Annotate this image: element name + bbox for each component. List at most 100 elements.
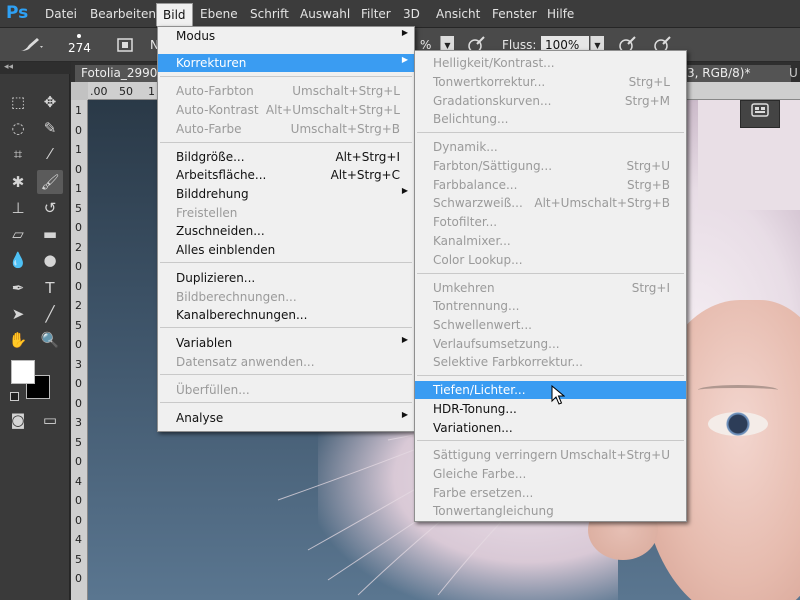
- korrekturen-item-farbe-ersetzen[interactable]: Farbe ersetzen...: [415, 484, 686, 502]
- korrekturen-item-fotofilter[interactable]: Fotofilter...: [415, 213, 686, 231]
- type-icon[interactable]: T: [37, 276, 63, 300]
- korrekturen-item-helligkeit-kontrast[interactable]: Helligkeit/Kontrast...: [415, 54, 686, 72]
- korrekturen-item-schwellenwert[interactable]: Schwellenwert...: [415, 316, 686, 334]
- menu-item-label: Analyse: [176, 411, 224, 425]
- bild-menu-item-duplizieren[interactable]: Duplizieren...: [158, 269, 414, 287]
- korrekturen-item-gleiche-farbe[interactable]: Gleiche Farbe...: [415, 465, 686, 483]
- stamp-icon[interactable]: ⊥: [5, 196, 31, 220]
- document-tab-info[interactable]: 3, RGB/8)*: [681, 65, 791, 82]
- brush-size[interactable]: 274: [66, 34, 96, 56]
- menu-item-label: Schwellenwert...: [433, 318, 532, 332]
- screen-mode-icon[interactable]: ▭: [37, 408, 63, 432]
- default-colors-icon[interactable]: [10, 392, 19, 401]
- ruler-label: 2: [75, 240, 82, 254]
- korrekturen-item-gradationskurven[interactable]: Gradationskurven... Strg+M: [415, 92, 686, 110]
- hand-icon[interactable]: ✋: [5, 328, 31, 352]
- bild-menu-item-bildberechnungen[interactable]: Bildberechnungen...: [158, 288, 414, 306]
- bild-menu-item-kanalberechnungen[interactable]: Kanalberechnungen...: [158, 306, 414, 324]
- bild-menu-item-analyse[interactable]: Analyse ▶: [158, 409, 414, 427]
- korrekturen-item-farbbalance[interactable]: Farbbalance... Strg+B: [415, 176, 686, 194]
- korrekturen-item-color-lookup[interactable]: Color Lookup...: [415, 251, 686, 269]
- bild-menu-item-freistellen[interactable]: Freistellen: [158, 204, 414, 222]
- menu-item-label: Gradationskurven...: [433, 94, 552, 108]
- korrekturen-item-tontrennung[interactable]: Tontrennung...: [415, 297, 686, 315]
- bild-menu-item-korrekturen[interactable]: Korrekturen ▶: [158, 54, 414, 72]
- brush-preset-icon[interactable]: [18, 35, 44, 59]
- menu-ansicht[interactable]: Ansicht: [436, 7, 480, 21]
- bild-menu-item-zuschneiden[interactable]: Zuschneiden...: [158, 222, 414, 240]
- lasso-icon[interactable]: ◌: [5, 116, 31, 140]
- panel-dock-icon[interactable]: [740, 100, 780, 128]
- korrekturen-item-umkehren[interactable]: Umkehren Strg+I: [415, 279, 686, 297]
- history-brush-icon[interactable]: ↺: [37, 196, 63, 220]
- bild-menu-item-überfüllen[interactable]: Überfüllen...: [158, 381, 414, 399]
- menu-separator: [160, 76, 412, 77]
- foreground-color-swatch[interactable]: [11, 360, 35, 384]
- korrekturen-item-tonwertangleichung[interactable]: Tonwertangleichung: [415, 502, 686, 520]
- menu-item-shortcut: Strg+U: [626, 159, 671, 173]
- menu-auswahl[interactable]: Auswahl: [300, 7, 350, 21]
- bild-menu-item-modus[interactable]: Modus ▶: [158, 27, 414, 45]
- bild-menu-item-bildgröße[interactable]: Bildgröße... Alt+Strg+I: [158, 148, 414, 166]
- marquee-icon[interactable]: ⬚: [5, 90, 31, 114]
- bild-menu-item-auto-kontrast[interactable]: Auto-Kontrast Alt+Umschalt+Strg+L: [158, 101, 414, 119]
- quick-mask-icon[interactable]: ◙: [5, 408, 31, 432]
- bild-menu-item-bilddrehung[interactable]: Bilddrehung ▶: [158, 185, 414, 203]
- line-icon[interactable]: ╱: [37, 302, 63, 326]
- tools-panel-header[interactable]: ◂◂: [0, 62, 70, 74]
- korrekturen-item-belichtung[interactable]: Belichtung...: [415, 110, 686, 128]
- menu-item-label: Bildgröße...: [176, 150, 245, 164]
- path-select-icon[interactable]: ➤: [5, 302, 31, 326]
- ruler-label: 5: [75, 552, 82, 566]
- menu-schrift[interactable]: Schrift: [250, 7, 289, 21]
- menu-bearbeiten[interactable]: Bearbeiten: [90, 7, 156, 21]
- korrekturen-item-selektive-farbkorrektur[interactable]: Selektive Farbkorrektur...: [415, 353, 686, 371]
- menu-hilfe[interactable]: Hilfe: [547, 7, 574, 21]
- move-icon[interactable]: ✥: [37, 90, 63, 114]
- dodge-icon[interactable]: ●: [37, 248, 63, 272]
- menu-item-label: Bildberechnungen...: [176, 290, 297, 304]
- ruler-label: 1: [75, 104, 82, 117]
- menu-item-label: Verlaufsumsetzung...: [433, 337, 560, 351]
- ruler-label: 5: [75, 318, 82, 332]
- bild-menu-item-auto-farbton[interactable]: Auto-Farbton Umschalt+Strg+L: [158, 82, 414, 100]
- ruler-label: 0: [75, 338, 82, 351]
- korrekturen-item-dynamik[interactable]: Dynamik...: [415, 138, 686, 156]
- korrekturen-item-tonwertkorrektur[interactable]: Tonwertkorrektur... Strg+L: [415, 73, 686, 91]
- menu-filter[interactable]: Filter: [361, 7, 391, 21]
- korrekturen-item-verlaufsumsetzung[interactable]: Verlaufsumsetzung...: [415, 335, 686, 353]
- eraser-icon[interactable]: ▱: [5, 222, 31, 246]
- bild-menu-item-alles-einblenden[interactable]: Alles einblenden: [158, 241, 414, 259]
- quick-select-icon[interactable]: ✎: [37, 116, 63, 140]
- menu-item-label: Variablen: [176, 336, 233, 350]
- document-tab-next[interactable]: U: [789, 66, 798, 80]
- ruler-label: 0: [75, 513, 82, 527]
- bild-menu: Modus ▶ Korrekturen ▶ Auto-Farbton Umschalt+S…: [157, 26, 415, 432]
- menu-ebene[interactable]: Ebene: [200, 7, 238, 21]
- eyedropper-icon[interactable]: ⁄: [37, 142, 63, 166]
- korrekturen-item-schwarzweiß[interactable]: Schwarzweiß... Alt+Umschalt+Strg+B: [415, 194, 686, 212]
- blur-icon[interactable]: 💧: [5, 248, 31, 272]
- korrekturen-item-variationen[interactable]: Variationen...: [415, 419, 686, 437]
- korrekturen-submenu: Helligkeit/Kontrast... Tonwertkorrektur..…: [414, 50, 687, 522]
- korrekturen-item-kanalmixer[interactable]: Kanalmixer...: [415, 232, 686, 250]
- menu-bild[interactable]: Bild: [156, 3, 193, 26]
- bild-menu-item-arbeitsfläche[interactable]: Arbeitsfläche... Alt+Strg+C: [158, 166, 414, 184]
- korrekturen-item-farbton-sättigung[interactable]: Farbton/Sättigung... Strg+U: [415, 157, 686, 175]
- menu-datei[interactable]: Datei: [45, 7, 77, 21]
- submenu-arrow-icon: ▶: [401, 335, 408, 344]
- ruler-label: 0: [75, 455, 82, 468]
- brush-icon[interactable]: 🖌: [37, 170, 63, 194]
- bild-menu-item-variablen[interactable]: Variablen ▶: [158, 334, 414, 352]
- gradient-icon[interactable]: ▬: [37, 222, 63, 246]
- pen-icon[interactable]: ✒: [5, 276, 31, 300]
- bild-menu-item-auto-farbe[interactable]: Auto-Farbe Umschalt+Strg+B: [158, 120, 414, 138]
- menu-3d[interactable]: 3D: [403, 7, 420, 21]
- bild-menu-item-datensatz-anwenden[interactable]: Datensatz anwenden...: [158, 353, 414, 371]
- zoom-icon[interactable]: 🔍: [37, 328, 63, 352]
- brush-panel-icon[interactable]: [116, 36, 134, 58]
- healing-icon[interactable]: ✱: [5, 170, 31, 194]
- menu-fenster[interactable]: Fenster: [492, 7, 537, 21]
- korrekturen-item-sättigung-verringern[interactable]: Sättigung verringern Umschalt+Strg+U: [415, 446, 686, 464]
- crop-icon[interactable]: ⌗: [5, 142, 31, 166]
